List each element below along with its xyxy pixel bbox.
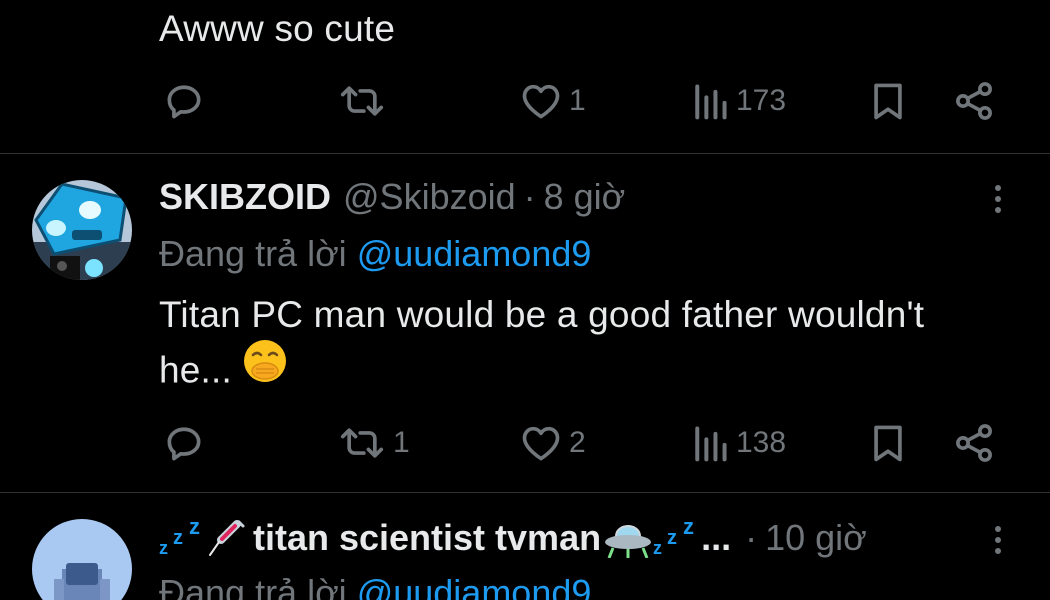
display-name-text: titan scientist tvman: [253, 517, 602, 558]
repost-icon: [340, 428, 384, 458]
views-count: 138: [736, 426, 787, 459]
avatar-image: [32, 180, 132, 280]
like-count: 1: [569, 84, 586, 117]
reply-button[interactable]: [162, 76, 212, 126]
svg-text:z: z: [653, 538, 662, 558]
display-name[interactable]: SKIBZOID: [159, 176, 331, 218]
mention-link[interactable]: @uudiamond9: [357, 233, 592, 275]
tweet-text: Awww so cute: [159, 8, 396, 49]
tweet-text: Titan PC man would be a good father woul…: [159, 288, 924, 403]
like-icon: [522, 426, 560, 461]
separator-dot: ·: [745, 517, 758, 558]
ufo-emoji: [605, 525, 652, 558]
views-count: 173: [736, 84, 787, 117]
name-ellipsis: ...: [701, 517, 732, 558]
more-icon: [995, 526, 1001, 532]
svg-text:z: z: [667, 527, 677, 549]
views-button[interactable]: 173: [690, 76, 786, 126]
reply-button[interactable]: [162, 418, 212, 468]
share-button[interactable]: [952, 418, 996, 468]
svg-text:z: z: [683, 518, 694, 539]
timestamp[interactable]: 8 giờ: [544, 176, 626, 218]
zzz-emoji: z z z: [159, 518, 200, 558]
tweet-text-line: Titan PC man would be a good father woul…: [159, 294, 925, 335]
avatar-image: [32, 519, 132, 600]
reply-icon: [167, 427, 201, 461]
views-icon: [695, 84, 727, 120]
syringe-emoji: [209, 520, 245, 556]
mention-link[interactable]: @uudiamond9: [357, 572, 592, 600]
svg-text:z: z: [189, 518, 200, 539]
svg-text:z: z: [159, 538, 168, 558]
bookmark-icon: [874, 83, 902, 120]
tweet-1[interactable]: Awww so cute 1 173: [0, 0, 1050, 153]
user-handle[interactable]: @Skibzoid: [343, 176, 516, 218]
tweet-header: z z z titan scientist tvman z z z ... · …: [159, 513, 867, 563]
repost-icon: [340, 86, 384, 116]
repost-button[interactable]: 1: [337, 418, 410, 468]
share-icon: [956, 424, 992, 462]
replying-to-label: Đang trả lời: [159, 233, 347, 274]
more-icon-dot: [995, 548, 1001, 554]
repost-button[interactable]: [337, 76, 393, 126]
timestamp[interactable]: 10 giờ: [765, 517, 867, 559]
replying-to-label: Đang trả lời: [159, 572, 347, 600]
reply-icon: [167, 85, 201, 119]
separator-dot: ·: [523, 176, 536, 217]
more-icon-dot: [995, 196, 1001, 202]
bookmark-button[interactable]: [866, 76, 910, 126]
tweet-text-line: he...: [159, 340, 924, 403]
tweet-text-continued: he...: [159, 349, 232, 391]
replying-to: Đang trả lời @uudiamond9: [159, 569, 591, 600]
zzz-emoji: z z z: [653, 518, 694, 558]
replying-to: Đang trả lời @uudiamond9: [159, 230, 591, 278]
like-icon: [522, 84, 560, 119]
bookmark-button[interactable]: [866, 418, 910, 468]
hand-over-mouth-emoji: [242, 338, 288, 399]
more-icon: [995, 185, 1001, 191]
more-icon-dot: [995, 537, 1001, 543]
tweet-actions: 1 173: [0, 76, 1050, 126]
repost-count: 1: [393, 426, 410, 459]
svg-text:z: z: [173, 527, 183, 549]
tweet-actions: 1 2 138: [0, 418, 1050, 468]
avatar[interactable]: [32, 519, 132, 600]
display-name[interactable]: z z z titan scientist tvman z z z ...: [159, 517, 731, 559]
tweet-header: SKIBZOID @Skibzoid · 8 giờ: [159, 172, 625, 222]
tweet-2[interactable]: SKIBZOID @Skibzoid · 8 giờ Đang trả lời …: [0, 154, 1050, 492]
share-icon: [956, 82, 992, 120]
like-button[interactable]: 1: [519, 76, 586, 126]
views-icon: [695, 426, 727, 462]
reply-thread: Awww so cute 1 173 SKIBZOID @Skibzoid · …: [0, 0, 1050, 600]
more-button[interactable]: [984, 520, 1012, 560]
like-count: 2: [569, 426, 586, 459]
views-button[interactable]: 138: [690, 418, 786, 468]
avatar[interactable]: [32, 180, 132, 280]
more-icon-dot: [995, 207, 1001, 213]
share-button[interactable]: [952, 76, 996, 126]
bookmark-icon: [874, 425, 902, 462]
like-button[interactable]: 2: [519, 418, 586, 468]
more-button[interactable]: [984, 179, 1012, 219]
tweet-3[interactable]: z z z titan scientist tvman z z z ... · …: [0, 493, 1050, 600]
